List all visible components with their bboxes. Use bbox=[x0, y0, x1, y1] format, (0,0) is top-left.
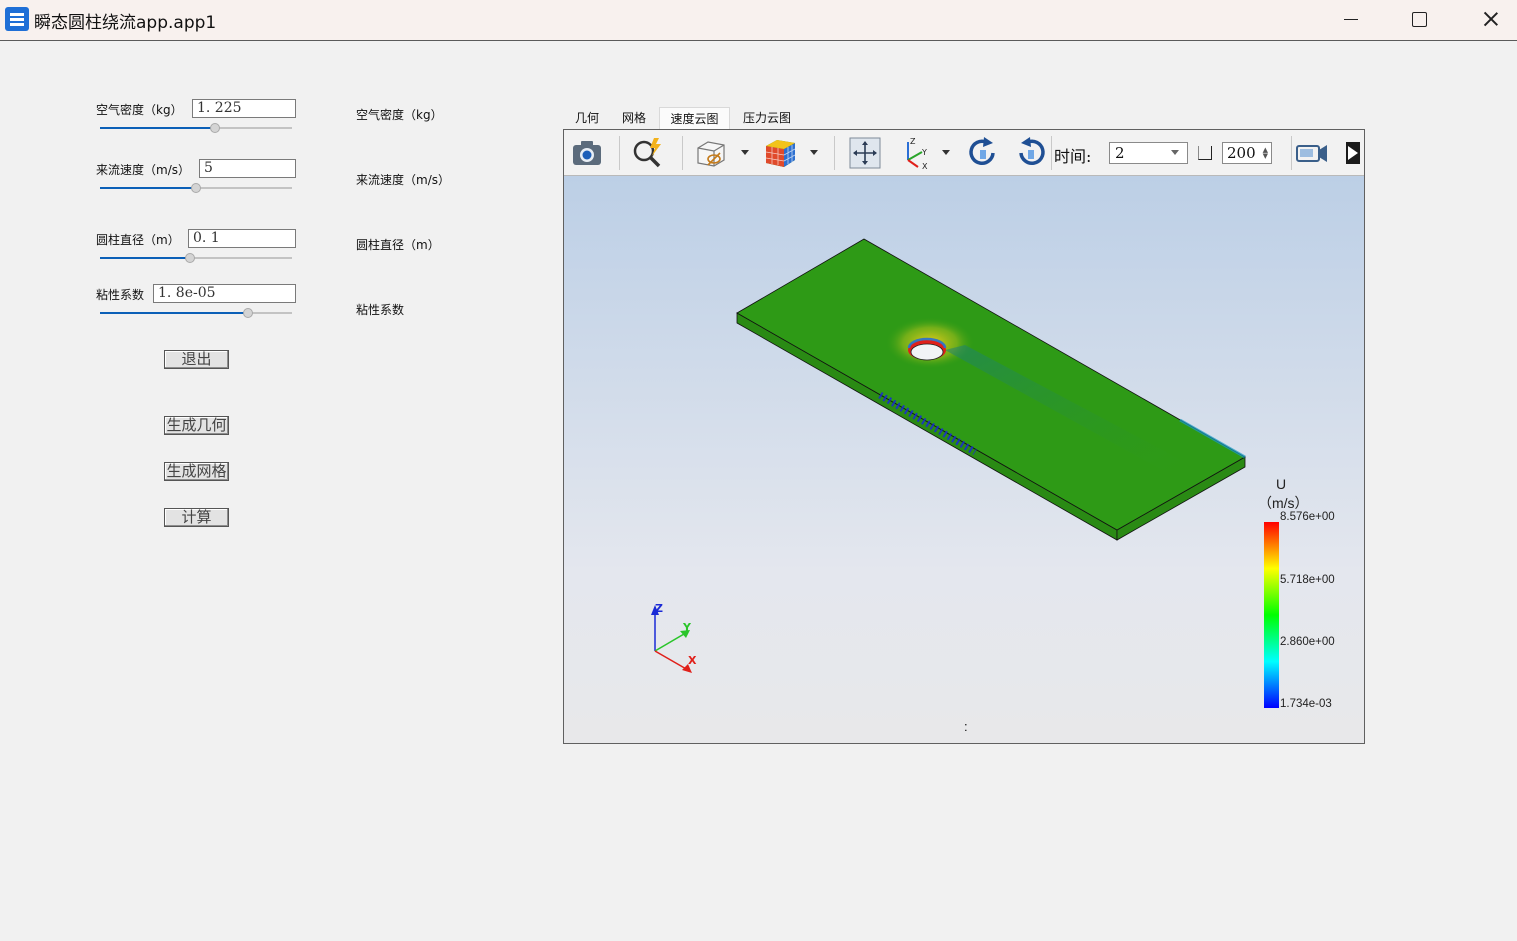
diameter-slider[interactable] bbox=[100, 252, 292, 264]
time-label: 时间: bbox=[1054, 147, 1092, 166]
tab-mesh[interactable]: 网格 bbox=[614, 107, 654, 129]
scene-footer-text: : bbox=[964, 719, 968, 734]
minimize-icon[interactable] bbox=[1328, 0, 1374, 40]
viscosity-display-label: 粘性系数 bbox=[356, 303, 405, 317]
density-display-label: 空气密度（kg） bbox=[356, 108, 443, 122]
color-cube-icon[interactable] bbox=[763, 136, 797, 170]
diameter-display-label: 圆柱直径（m） bbox=[356, 238, 440, 252]
record-video-icon[interactable] bbox=[1295, 136, 1329, 170]
svg-text:Y: Y bbox=[921, 148, 927, 157]
zoom-select-icon[interactable] bbox=[630, 136, 664, 170]
colorbar-min-label: 1.734e-03 bbox=[1280, 698, 1332, 710]
axis-x-label: X bbox=[688, 654, 697, 667]
axis-z-label: Z bbox=[655, 602, 663, 615]
play-icon[interactable] bbox=[1344, 136, 1362, 170]
rotate-cw-icon[interactable] bbox=[966, 136, 1000, 170]
box-view-icon[interactable] bbox=[694, 136, 728, 170]
slider-thumb[interactable] bbox=[210, 123, 221, 133]
velocity-label: 来流速度（m/s） bbox=[96, 163, 190, 177]
density-slider[interactable] bbox=[100, 122, 292, 134]
slider-thumb[interactable] bbox=[191, 183, 201, 193]
rotate-ccw-icon[interactable] bbox=[1014, 136, 1048, 170]
time-select[interactable]: 2 bbox=[1109, 142, 1188, 164]
fit-view-icon[interactable] bbox=[848, 136, 882, 170]
chevron-down-icon[interactable] bbox=[942, 150, 950, 155]
velocity-viewer[interactable]: Z Y X 时间: 2 200 ▲ ▼ Z Y X: U （m/s） 8.57… bbox=[563, 129, 1365, 744]
render-scene[interactable]: Z Y X : U （m/s） 8.576e+00 5.718e+00 2.86… bbox=[564, 176, 1364, 743]
flow-plate-render: Z Y X : bbox=[651, 238, 1279, 734]
slider-fill bbox=[100, 127, 216, 129]
generate-geometry-button[interactable]: 生成几何 bbox=[164, 416, 229, 435]
axes-orient-icon[interactable]: Z Y X bbox=[898, 136, 932, 170]
colorbar-title: U bbox=[1276, 476, 1287, 492]
diameter-label: 圆柱直径（m） bbox=[96, 233, 180, 247]
slider-thumb[interactable] bbox=[185, 253, 196, 263]
slider-thumb[interactable] bbox=[242, 308, 253, 318]
frame-count-spinbox[interactable]: 200 ▲ ▼ bbox=[1222, 142, 1272, 164]
viscosity-input[interactable]: 1. 8e-05 bbox=[153, 284, 296, 303]
svg-text:X: X bbox=[922, 162, 928, 170]
colorbar-unit: （m/s） bbox=[1258, 495, 1309, 511]
spinbox-arrows-icon[interactable]: ▲ ▼ bbox=[1263, 147, 1268, 160]
slider-fill bbox=[100, 257, 191, 259]
axes-triad: Z Y X bbox=[651, 602, 697, 673]
camera-icon[interactable] bbox=[570, 136, 604, 170]
spinbox-value: 200 bbox=[1227, 144, 1256, 162]
close-icon[interactable] bbox=[1467, 0, 1513, 40]
tab-velocity-contour[interactable]: 速度云图 bbox=[659, 107, 730, 129]
title-bar: 瞬态圆柱绕流app.app1 bbox=[0, 0, 1517, 41]
viscosity-label: 粘性系数 bbox=[96, 288, 145, 302]
exit-button[interactable]: 退出 bbox=[164, 350, 229, 369]
loop-checkbox[interactable] bbox=[1198, 146, 1212, 160]
viewer-toolbar: Z Y X 时间: 2 200 ▲ ▼ bbox=[564, 130, 1364, 176]
velocity-slider[interactable] bbox=[100, 182, 292, 194]
window-title: 瞬态圆柱绕流app.app1 bbox=[34, 13, 217, 33]
maximize-icon[interactable] bbox=[1396, 0, 1442, 40]
velocity-input[interactable]: 5 bbox=[199, 159, 296, 178]
tab-geometry[interactable]: 几何 bbox=[568, 107, 606, 129]
compute-button[interactable]: 计算 bbox=[164, 508, 229, 527]
density-label: 空气密度（kg） bbox=[96, 103, 183, 117]
app-icon bbox=[5, 7, 29, 31]
colorbar-tick-label: 5.718e+00 bbox=[1280, 574, 1335, 586]
velocity-display-label: 来流速度（m/s） bbox=[356, 173, 450, 187]
density-input[interactable]: 1. 225 bbox=[192, 99, 296, 118]
slider-fill bbox=[100, 312, 248, 314]
diameter-input[interactable]: 0. 1 bbox=[188, 229, 296, 248]
generate-mesh-button[interactable]: 生成网格 bbox=[164, 462, 229, 481]
tab-pressure-contour[interactable]: 压力云图 bbox=[736, 107, 798, 129]
chevron-down-icon[interactable] bbox=[810, 150, 818, 155]
plate-top-face bbox=[736, 238, 1246, 531]
colorbar-scale bbox=[1264, 522, 1279, 708]
viscosity-slider[interactable] bbox=[100, 307, 292, 319]
chevron-down-icon[interactable] bbox=[741, 150, 749, 155]
colorbar-max-label: 8.576e+00 bbox=[1280, 511, 1335, 523]
axis-y-label: Y bbox=[682, 621, 692, 634]
colorbar-tick-label: 2.860e+00 bbox=[1280, 636, 1335, 648]
slider-fill bbox=[100, 187, 196, 189]
svg-text:Z: Z bbox=[910, 137, 916, 146]
